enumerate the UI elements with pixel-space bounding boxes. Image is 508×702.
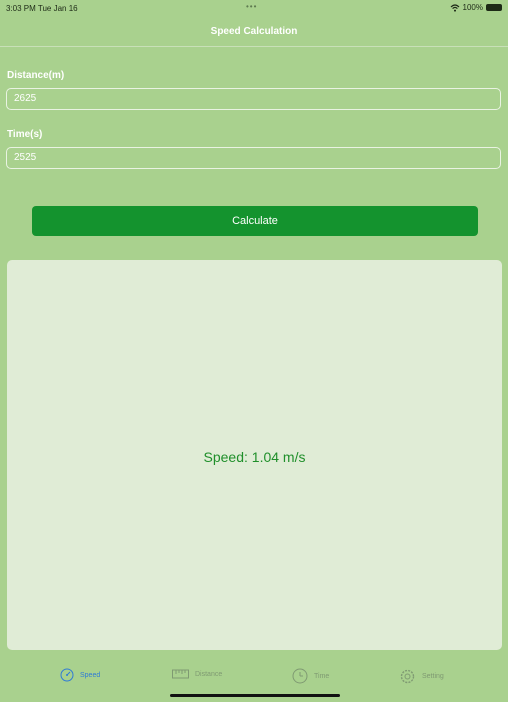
status-time: 3:03 PM Tue Jan 16 [6, 4, 78, 13]
tab-setting-label: Setting [422, 673, 444, 680]
nav-bar: Speed Calculation [0, 18, 508, 47]
tab-setting[interactable]: Setting [399, 668, 444, 685]
battery-icon [486, 4, 502, 11]
result-panel: Speed: 1.04 m/s [7, 260, 502, 650]
speed-result: Speed: 1.04 m/s [203, 449, 306, 465]
ruler-icon [172, 669, 189, 679]
distance-label: Distance(m) [7, 70, 65, 81]
speedometer-icon [60, 668, 74, 682]
time-label: Time(s) [7, 129, 43, 140]
calculate-button[interactable]: Calculate [32, 206, 478, 236]
tab-speed-label: Speed [80, 671, 101, 679]
gear-icon [400, 669, 415, 684]
home-indicator [170, 694, 340, 697]
clock-icon [292, 668, 308, 684]
battery-percent: 100% [462, 3, 483, 12]
wifi-icon [450, 3, 459, 12]
tab-distance[interactable]: Distance [172, 668, 222, 680]
multitasking-dots[interactable]: ••• [246, 2, 257, 11]
tab-distance-label: Distance [195, 670, 223, 678]
status-bar: 3:03 PM Tue Jan 16 ••• 100% [0, 0, 508, 18]
page-title: Speed Calculation [210, 26, 298, 37]
tab-time[interactable]: Time [292, 668, 329, 684]
distance-input[interactable]: 2625 [6, 88, 501, 110]
tab-time-label: Time [314, 672, 330, 680]
time-input[interactable]: 2525 [6, 147, 501, 169]
tab-speed[interactable]: Speed [60, 668, 100, 682]
status-right: 100% [450, 3, 502, 12]
